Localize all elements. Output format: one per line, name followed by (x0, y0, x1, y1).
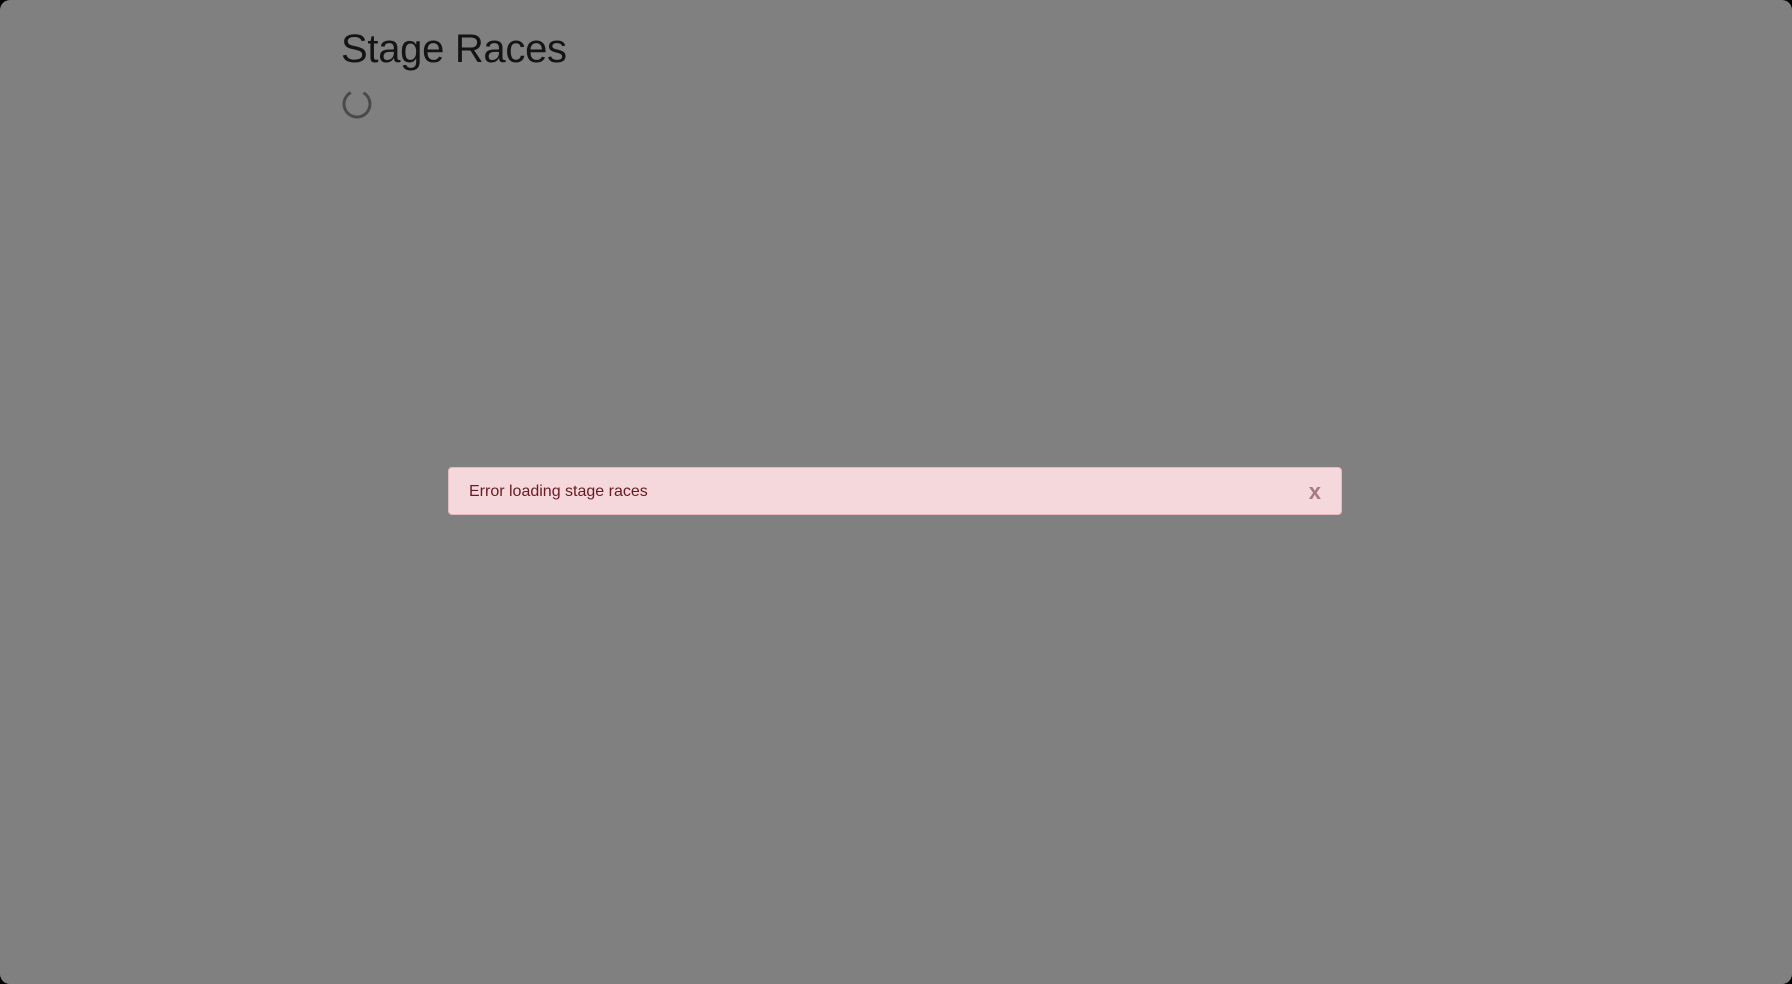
error-alert-message: Error loading stage races (469, 483, 648, 500)
page-content: Stage Races (341, 20, 567, 119)
error-alert: Error loading stage races x (448, 467, 1342, 515)
page-title: Stage Races (341, 27, 567, 71)
app-window: Stage Races Error loading stage races x (0, 0, 1792, 984)
close-icon[interactable]: x (1309, 468, 1321, 516)
loading-spinner-icon (342, 89, 372, 119)
